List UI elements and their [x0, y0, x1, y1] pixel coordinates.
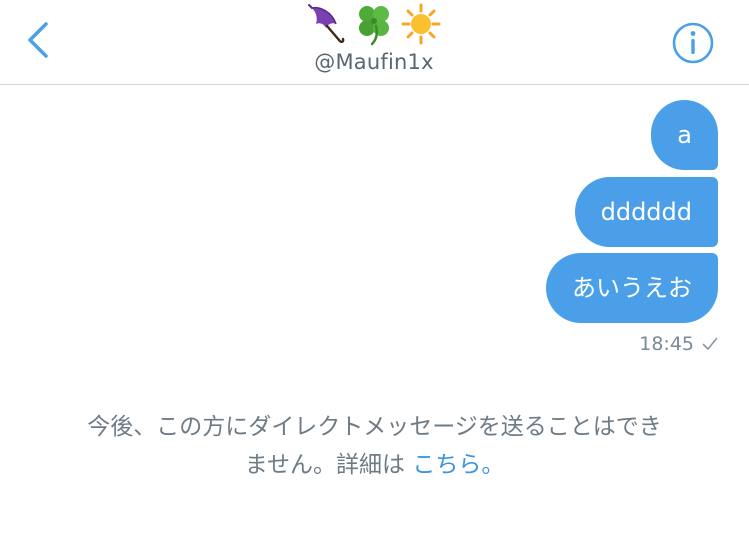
- sun-icon: [401, 3, 441, 45]
- checkmark-icon: [702, 337, 718, 350]
- info-button[interactable]: [668, 18, 718, 68]
- dm-restriction-notice: 今後、この方にダイレクトメッセージを送ることはでき ません。詳細は こちら。: [0, 408, 749, 484]
- back-button[interactable]: [18, 18, 58, 62]
- user-handle: @Maufin1x: [314, 50, 434, 74]
- info-icon: [672, 22, 714, 64]
- sent-message-bubble[interactable]: a: [651, 100, 718, 170]
- chevron-left-icon: [28, 22, 48, 58]
- umbrella-icon: [308, 4, 345, 43]
- conversation-header: @Maufin1x: [0, 0, 749, 85]
- message-status: 18:45: [639, 333, 718, 355]
- sent-message-bubble[interactable]: あいうえお: [546, 253, 718, 323]
- message-time: 18:45: [639, 333, 694, 355]
- four-leaf-clover-icon: [359, 6, 389, 46]
- details-link[interactable]: こちら。: [412, 452, 504, 478]
- name-emojis: [306, 2, 442, 46]
- sent-message-bubble[interactable]: dddddd: [574, 177, 718, 247]
- dm-conversation-screen: @Maufin1x a dddddd あいうえお 18:45 今後、この方にダイ…: [0, 0, 749, 539]
- conversation-title[interactable]: @Maufin1x: [224, 0, 524, 84]
- notice-line-1: 今後、この方にダイレクトメッセージを送ることはでき: [87, 414, 662, 440]
- notice-text: ません。詳細は: [244, 452, 413, 478]
- notice-line-2: ません。詳細は こちら。: [0, 446, 749, 484]
